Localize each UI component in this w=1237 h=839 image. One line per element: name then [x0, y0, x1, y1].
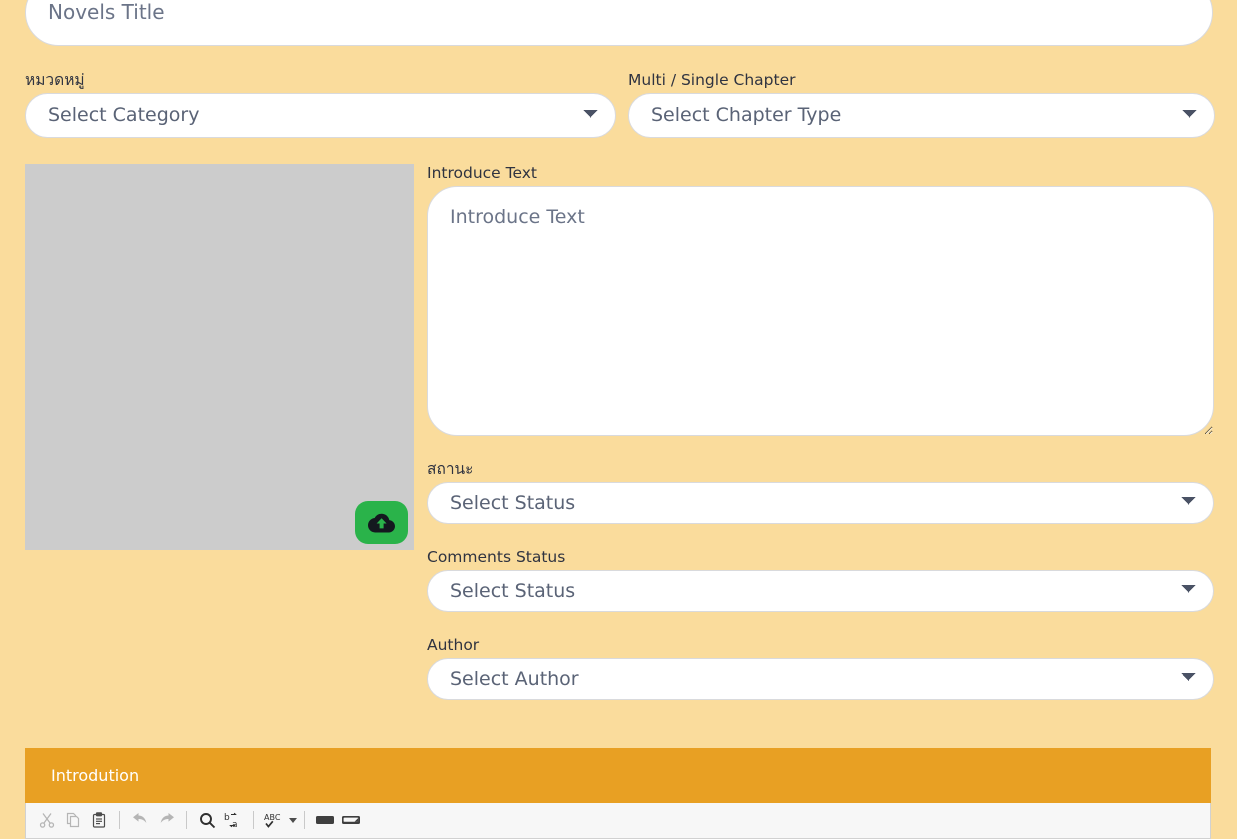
- author-label: Author: [427, 636, 480, 654]
- toolbar-separator: [253, 811, 254, 829]
- text-field-button[interactable]: [312, 808, 338, 832]
- svg-text:ABC: ABC: [264, 813, 281, 822]
- introduction-editor: Introdution b a ABC: [25, 748, 1211, 839]
- spellcheck-icon: ABC: [264, 813, 281, 828]
- paste-icon: [92, 812, 106, 828]
- cover-upload-button[interactable]: [355, 501, 408, 544]
- chapter-type-field-group: Multi / Single Chapter Select Chapter Ty…: [628, 71, 1215, 138]
- toolbar-separator: [304, 811, 305, 829]
- replace-button[interactable]: b a: [220, 808, 246, 832]
- cut-icon: [39, 813, 55, 828]
- comments-status-select[interactable]: Select Status: [427, 570, 1214, 612]
- copy-button[interactable]: [60, 808, 86, 832]
- cloud-upload-icon: [368, 513, 395, 533]
- editor-header: Introdution: [25, 748, 1211, 803]
- cut-button[interactable]: [34, 808, 60, 832]
- spellcheck-button[interactable]: ABC: [261, 808, 287, 832]
- category-label: หมวดหมู่: [25, 71, 85, 89]
- textarea-icon: [342, 816, 360, 824]
- svg-text:b: b: [224, 813, 230, 823]
- copy-icon: [66, 812, 80, 828]
- right-column: Introduce Text สถานะ Select Status Comme…: [427, 164, 1214, 700]
- status-label: สถานะ: [427, 460, 474, 478]
- comments-status-field-group: Comments Status Select Status: [427, 548, 1214, 612]
- category-field-group: หมวดหมู่ Select Category: [25, 71, 616, 138]
- paste-button[interactable]: [86, 808, 112, 832]
- find-button[interactable]: [194, 808, 220, 832]
- author-field-group: Author Select Author: [427, 636, 1214, 700]
- toolbar-separator: [119, 811, 120, 829]
- svg-text:a: a: [232, 820, 238, 829]
- toolbar-separator: [186, 811, 187, 829]
- textarea-button[interactable]: [338, 808, 364, 832]
- editor-toolbar: b a ABC: [26, 803, 1210, 837]
- replace-icon: b a: [224, 812, 238, 829]
- author-select[interactable]: Select Author: [427, 658, 1214, 700]
- text-field-icon: [316, 816, 334, 824]
- editor-header-title: Introdution: [51, 766, 140, 785]
- status-select[interactable]: Select Status: [427, 482, 1214, 524]
- novel-form-page: หมวดหมู่ Select Category Multi / Single …: [0, 0, 1237, 839]
- novels-title-input[interactable]: [25, 0, 1213, 46]
- redo-button[interactable]: [153, 808, 179, 832]
- category-chaptertype-row: หมวดหมู่ Select Category Multi / Single …: [0, 71, 1237, 141]
- redo-icon: [160, 813, 174, 823]
- cover-image-placeholder: [25, 164, 414, 550]
- introduce-text-textarea[interactable]: [427, 186, 1214, 436]
- undo-button[interactable]: [127, 808, 153, 832]
- spellcheck-combo[interactable]: ABC: [261, 808, 297, 832]
- introduce-text-group: Introduce Text: [427, 164, 1214, 436]
- find-icon: [199, 812, 215, 828]
- chapter-type-label: Multi / Single Chapter: [628, 71, 796, 89]
- undo-icon: [132, 813, 146, 823]
- chevron-down-icon: [289, 817, 297, 823]
- comments-status-label: Comments Status: [427, 548, 566, 566]
- novels-title-row: [25, 0, 1213, 46]
- category-select[interactable]: Select Category: [25, 93, 616, 138]
- status-field-group: สถานะ Select Status: [427, 460, 1214, 524]
- introduce-text-label: Introduce Text: [427, 164, 537, 182]
- chapter-type-select[interactable]: Select Chapter Type: [628, 93, 1215, 138]
